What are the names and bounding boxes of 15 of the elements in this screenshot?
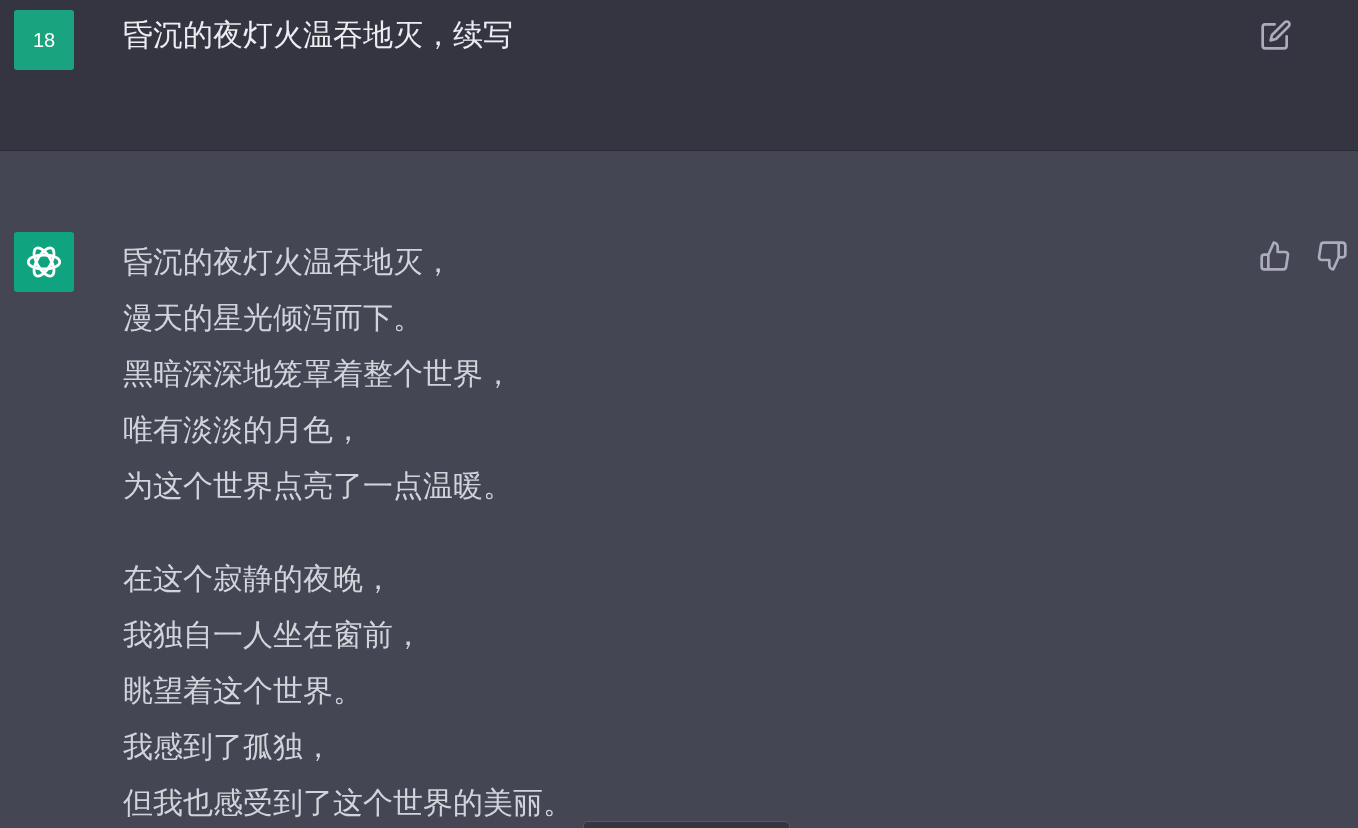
thumbs-down-icon[interactable]	[1316, 240, 1348, 272]
poem-line: 黑暗深深地笼罩着整个世界，	[123, 356, 513, 392]
user-avatar: 18	[14, 10, 74, 70]
poem-line: 我感到了孤独，	[123, 729, 333, 765]
edit-icon[interactable]	[1260, 19, 1292, 51]
thumbs-up-icon[interactable]	[1259, 240, 1291, 272]
poem-line: 昏沉的夜灯火温吞地灭，	[123, 244, 453, 280]
poem-line: 漫天的星光倾泻而下。	[123, 300, 423, 336]
poem-line: 但我也感受到了这个世界的美丽。	[123, 785, 573, 821]
poem-line: 唯有淡淡的月色，	[123, 412, 363, 448]
poem-line: 眺望着这个世界。	[123, 673, 363, 709]
poem-line: 我独自一人坐在窗前，	[123, 617, 423, 653]
poem-line: 为这个世界点亮了一点温暖。	[123, 468, 513, 504]
poem-line: 在这个寂静的夜晚，	[123, 561, 393, 597]
user-message: 昏沉的夜灯火温吞地灭，续写	[123, 17, 513, 53]
